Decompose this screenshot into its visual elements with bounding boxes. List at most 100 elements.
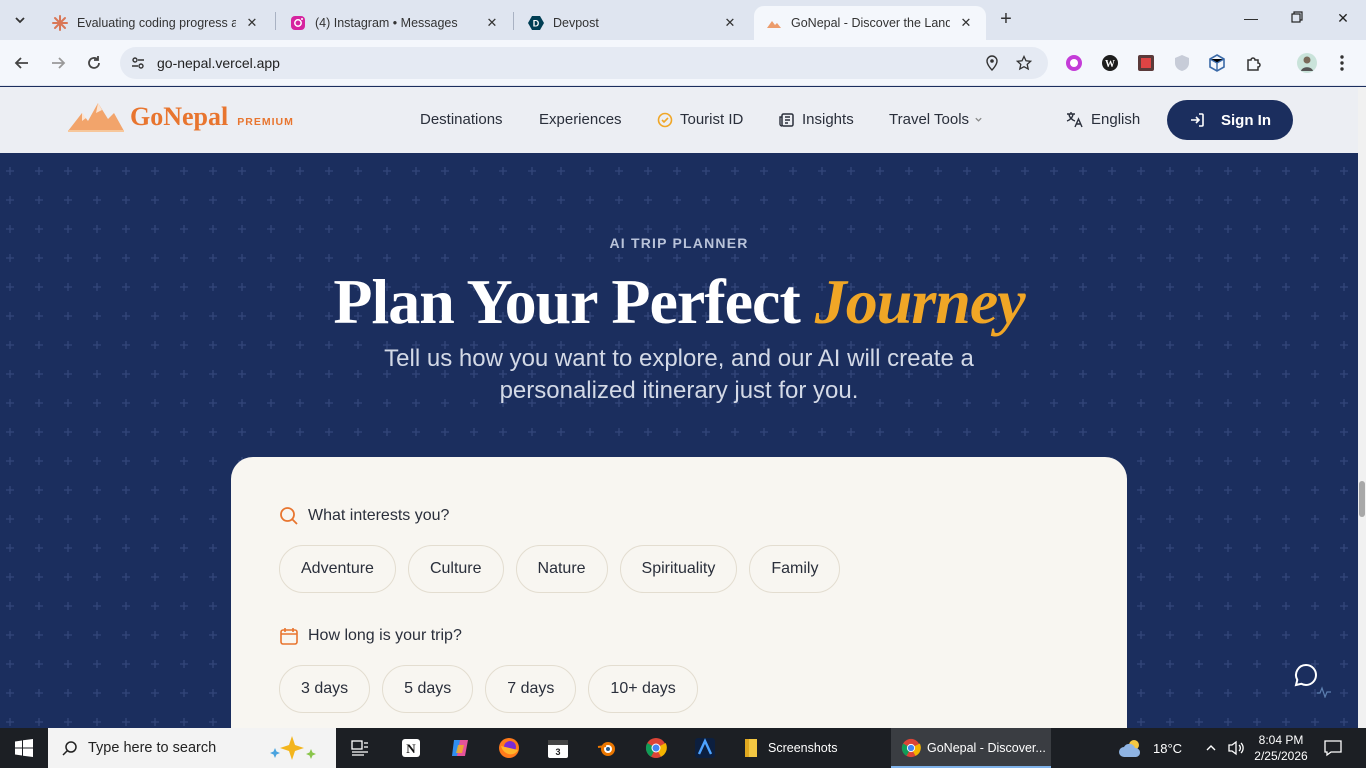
nav-label: Experiences <box>539 111 622 128</box>
weather-widget[interactable]: 18°C <box>1118 728 1182 768</box>
browser-toolbar: go-nepal.vercel.app W <box>0 40 1366 86</box>
notification-center-button[interactable] <box>1324 728 1342 768</box>
duration-chip-5-days[interactable]: 5 days <box>382 665 474 713</box>
start-button[interactable] <box>0 728 48 768</box>
duration-chip-3-days[interactable]: 3 days <box>279 665 371 713</box>
back-button[interactable] <box>10 51 34 75</box>
hero-section: AI TRIP PLANNER Plan Your Perfect Journe… <box>0 153 1358 728</box>
tray-overflow-chevron[interactable] <box>1205 728 1217 768</box>
profile-avatar[interactable] <box>1297 53 1317 73</box>
duration-chip-7-days[interactable]: 7 days <box>485 665 577 713</box>
question-label: How long is your trip? <box>308 627 462 644</box>
taskbar-app-gonepal[interactable]: GoNepal - Discover... <box>891 728 1051 768</box>
nav-tourist-id[interactable]: Tourist ID <box>657 111 743 128</box>
clock-time: 8:04 PM <box>1258 733 1304 747</box>
site-logo[interactable]: GoNepal PREMIUM <box>66 99 294 135</box>
tab-close-icon[interactable]: ✕ <box>722 15 738 31</box>
extension-colorpicker-icon[interactable] <box>1064 53 1084 73</box>
page-scrollbar[interactable] <box>1358 87 1366 728</box>
firefox-app[interactable] <box>491 728 527 768</box>
nav-insights[interactable]: Insights <box>779 111 854 128</box>
extension-wordpress-icon[interactable]: W <box>1100 53 1120 73</box>
taskbar-app-screenshots[interactable]: Screenshots <box>736 728 888 768</box>
newspaper-icon <box>779 112 795 128</box>
editor-app[interactable] <box>687 728 723 768</box>
sign-in-label: Sign In <box>1221 111 1271 129</box>
duration-chip-10plus-days[interactable]: 10+ days <box>588 665 698 713</box>
arrow-right-icon <box>52 57 66 69</box>
browser-tab-strip: Evaluating coding progress as a ✕ (4) In… <box>0 0 1366 40</box>
tab-title: GoNepal - Discover the Land of <box>791 16 950 30</box>
tab-divider <box>275 12 276 30</box>
interest-chip-spirituality[interactable]: Spirituality <box>619 545 738 593</box>
location-pin-icon[interactable] <box>982 53 1002 73</box>
taskbar-app-label: Screenshots <box>768 741 838 755</box>
blender-app[interactable] <box>589 728 625 768</box>
sign-in-button[interactable]: Sign In <box>1167 100 1293 140</box>
site-info-icon[interactable] <box>128 53 148 73</box>
browser-tab[interactable]: (4) Instagram • Messages ✕ <box>278 6 512 40</box>
instagram-icon <box>290 15 306 31</box>
arc-editor-icon <box>695 738 715 758</box>
calendar-app[interactable]: 3 <box>540 728 576 768</box>
notion-app[interactable]: N <box>393 728 429 768</box>
browser-tab-active[interactable]: GoNepal - Discover the Land of ✕ <box>754 6 986 40</box>
login-icon <box>1191 113 1204 127</box>
interest-chip-nature[interactable]: Nature <box>515 545 608 593</box>
devpost-icon: D <box>528 15 544 31</box>
scrollbar-thumb[interactable] <box>1359 481 1365 517</box>
brand-name: GoNepal <box>130 102 229 131</box>
tab-close-icon[interactable]: ✕ <box>244 15 260 31</box>
new-tab-button[interactable]: + <box>996 9 1016 30</box>
url-text: go-nepal.vercel.app <box>157 55 280 71</box>
browser-tab[interactable]: Evaluating coding progress as a ✕ <box>40 6 272 40</box>
taskbar-search-box[interactable]: Type here to search <box>48 728 336 768</box>
tab-search-button[interactable] <box>8 8 32 32</box>
nav-experiences[interactable]: Experiences <box>539 111 622 128</box>
site-header: GoNepal PREMIUM Destinations Experiences… <box>0 87 1358 153</box>
nav-label: Travel Tools <box>889 111 970 128</box>
interests-question: What interests you? <box>279 506 449 526</box>
blender-icon <box>597 742 615 756</box>
system-clock[interactable]: 8:04 PM 2/25/2026 <box>1244 732 1318 764</box>
browser-tab[interactable]: D Devpost ✕ <box>516 6 750 40</box>
svg-text:D: D <box>533 19 540 29</box>
windows-taskbar: Type here to search N 3 Screenshots GoNe… <box>0 728 1366 768</box>
task-view-icon <box>351 740 368 756</box>
browser-menu-icon[interactable] <box>1332 53 1352 73</box>
chat-bubble-icon <box>1294 663 1317 687</box>
copilot-app[interactable] <box>442 728 478 768</box>
address-bar[interactable]: go-nepal.vercel.app <box>120 47 1048 79</box>
reload-button[interactable] <box>82 51 106 75</box>
svg-text:3: 3 <box>555 747 560 757</box>
interest-chip-adventure[interactable]: Adventure <box>279 545 396 593</box>
interest-chip-family[interactable]: Family <box>749 545 841 593</box>
activity-pulse-icon <box>1317 686 1331 698</box>
folder-icon <box>745 739 757 757</box>
task-view-button[interactable] <box>342 728 378 768</box>
calendar-icon <box>279 626 299 646</box>
tab-close-icon[interactable]: ✕ <box>958 15 974 31</box>
extension-game-icon[interactable] <box>1136 53 1156 73</box>
premium-badge: PREMIUM <box>237 115 294 128</box>
close-window-button[interactable]: ✕ <box>1333 10 1353 30</box>
tab-title: Evaluating coding progress as a <box>77 16 236 30</box>
mountain-logo-icon <box>68 103 124 132</box>
extensions-puzzle-icon[interactable] <box>1244 53 1264 73</box>
chrome-app[interactable] <box>638 728 674 768</box>
extension-shield-icon[interactable] <box>1172 53 1192 73</box>
weather-temp: 18°C <box>1153 740 1183 756</box>
nav-travel-tools[interactable]: Travel Tools <box>889 111 983 128</box>
restore-button[interactable] <box>1287 10 1307 30</box>
bookmark-star-icon[interactable] <box>1014 53 1034 73</box>
language-selector[interactable]: English <box>1066 111 1140 128</box>
nav-label: Destinations <box>420 111 503 128</box>
trip-planner-card: What interests you? Adventure Culture Na… <box>231 457 1127 728</box>
extension-cube-icon[interactable] <box>1207 53 1227 73</box>
forward-button[interactable] <box>46 51 70 75</box>
tab-close-icon[interactable]: ✕ <box>484 15 500 31</box>
chrome-icon <box>645 738 667 758</box>
interest-chip-culture[interactable]: Culture <box>407 545 504 593</box>
minimize-button[interactable]: — <box>1241 10 1261 30</box>
nav-destinations[interactable]: Destinations <box>420 111 503 128</box>
